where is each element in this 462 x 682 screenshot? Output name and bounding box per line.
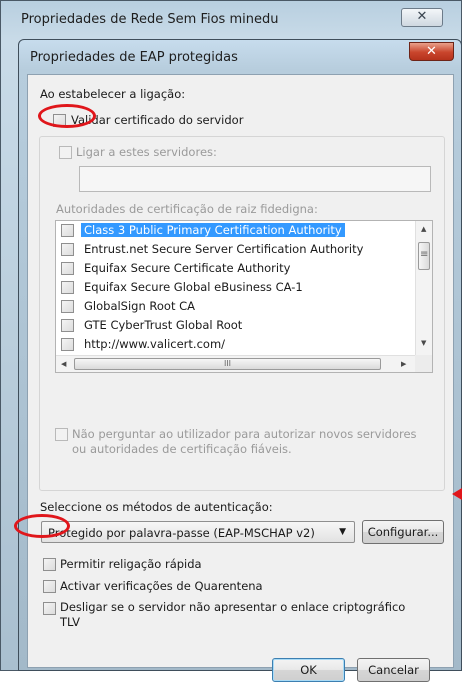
disconnect-tlv-checkbox[interactable] (43, 602, 56, 615)
connect-section-label: Ao estabelecer a ligação: (40, 87, 186, 101)
scroll-left-icon[interactable]: ◀ (61, 360, 66, 368)
no-prompt-checkbox[interactable] (55, 428, 68, 441)
ca-checkbox[interactable] (61, 319, 74, 332)
ok-button[interactable]: OK (272, 658, 345, 682)
validate-cert-checkbox[interactable] (53, 114, 66, 127)
vertical-scrollbar[interactable]: ▲ ≡ ▼ (415, 221, 432, 355)
scroll-right-icon[interactable]: ▶ (401, 360, 406, 368)
auth-method-label: Seleccione os métodos de autenticação: (40, 500, 273, 514)
list-item[interactable]: GTE CyberTrust Global Root (56, 316, 412, 335)
ca-name: http://www.valicert.com/ (84, 337, 226, 351)
no-prompt-label-line1: Não perguntar ao utilizador para autoriz… (72, 427, 417, 441)
list-item[interactable]: Entrust.net Secure Server Certification … (56, 240, 412, 259)
cancel-button[interactable]: Cancelar (357, 658, 430, 682)
quarantine-label: Activar verificações de Quarentena (60, 579, 263, 593)
peap-properties-dialog: Propriedades de EAP protegidas ✕ Ao esta… (18, 39, 462, 682)
ca-checkbox[interactable] (61, 300, 74, 313)
disconnect-tlv-label-line1: Desligar se o servidor não apresentar o … (60, 600, 406, 614)
no-prompt-label-line2: ou autoridades de certificação fiáveis. (72, 442, 292, 456)
vertical-scroll-thumb[interactable]: ≡ (418, 242, 430, 270)
ca-name: GTE CyberTrust Global Root (84, 318, 243, 332)
ca-name: Equifax Secure Global eBusiness CA-1 (84, 280, 303, 294)
horizontal-scroll-thumb[interactable]: III (74, 358, 381, 370)
quarantine-checkbox[interactable] (43, 580, 56, 593)
disconnect-tlv-label-line2: TLV (60, 615, 81, 629)
scrollbar-corner (415, 355, 432, 372)
list-item[interactable]: Equifax Secure Certificate Authority (56, 259, 412, 278)
auth-method-value: Protegido por palavra-passe (EAP-MSCHAP … (48, 526, 315, 540)
ca-name: GlobalSign Root CA (84, 299, 196, 313)
configure-button[interactable]: Configurar... (362, 520, 444, 544)
fast-reconnect-checkbox[interactable] (43, 558, 56, 571)
grip-icon: ≡ (420, 249, 429, 260)
scroll-down-icon[interactable]: ▼ (421, 339, 426, 347)
list-item[interactable]: Class 3 Public Primary Certification Aut… (56, 221, 412, 240)
list-item[interactable]: GlobalSign Root CA (56, 297, 412, 316)
validate-cert-label: Validar certificado do servidor (71, 113, 244, 127)
dialog-title: Propriedades de EAP protegidas (30, 50, 238, 65)
ca-name: Class 3 Public Primary Certification Aut… (81, 223, 345, 237)
root-ca-list[interactable]: Class 3 Public Primary Certification Aut… (55, 220, 433, 373)
horizontal-scrollbar[interactable]: ◀ III ▶ (56, 355, 417, 372)
ca-checkbox[interactable] (61, 243, 74, 256)
connect-servers-checkbox[interactable] (59, 146, 72, 159)
ca-checkbox[interactable] (61, 281, 74, 294)
list-item[interactable]: Equifax Secure Global eBusiness CA-1 (56, 278, 412, 297)
auth-method-select[interactable]: Protegido por palavra-passe (EAP-MSCHAP … (41, 521, 355, 543)
back-window-close-button[interactable]: ✕ (401, 8, 443, 27)
fast-reconnect-label: Permitir religação rápida (60, 557, 202, 571)
dialog-close-button[interactable]: ✕ (409, 42, 454, 61)
annotation-arrow-icon (452, 488, 462, 500)
scroll-up-icon[interactable]: ▲ (421, 225, 426, 233)
servers-input[interactable] (79, 166, 431, 192)
list-item[interactable]: http://www.valicert.com/ (56, 335, 412, 354)
ca-checkbox[interactable] (61, 338, 74, 351)
connect-servers-label: Ligar a estes servidores: (76, 145, 217, 159)
ca-checkbox[interactable] (61, 224, 74, 237)
ca-name: Entrust.net Secure Server Certification … (84, 242, 364, 256)
ca-checkbox[interactable] (61, 262, 74, 275)
back-window-title: Propriedades de Rede Sem Fios minedu (21, 12, 279, 27)
ca-name: Equifax Secure Certificate Authority (84, 261, 291, 275)
chevron-down-icon: ▼ (339, 527, 346, 537)
dialog-client-area: Ao estabelecer a ligação: Validar certif… (27, 74, 454, 682)
root-ca-label: Autoridades de certificação de raiz fide… (56, 202, 318, 216)
